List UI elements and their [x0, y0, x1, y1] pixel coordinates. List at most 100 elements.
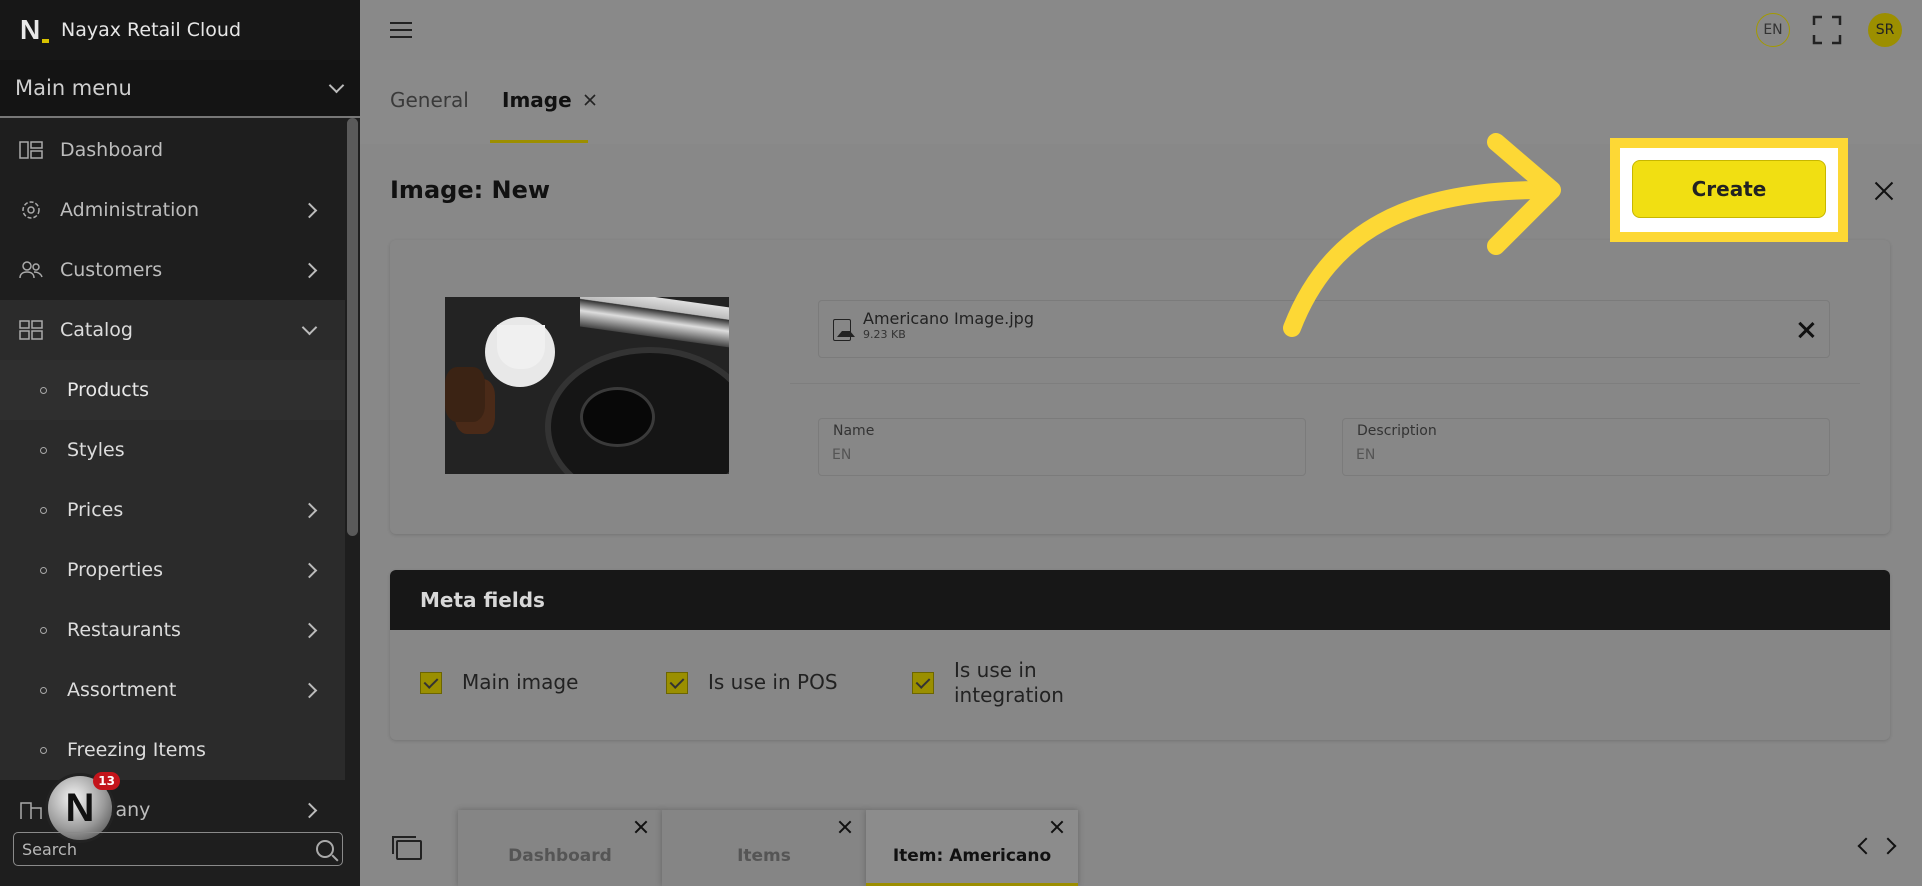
sidebar-item-label: Products [67, 379, 150, 401]
sidebar-search [13, 832, 343, 866]
chevron-right-icon[interactable] [1879, 837, 1897, 855]
sidebar-subitem-styles[interactable]: Styles [0, 420, 345, 480]
thumb-cup-black [580, 387, 655, 447]
sidebar-item-administration[interactable]: Administration [0, 180, 345, 240]
description-label: Description [1357, 423, 1437, 439]
checkbox-label: Main image [462, 670, 579, 694]
checkbox-checked-icon[interactable] [420, 671, 442, 694]
page-title: Image: New [390, 176, 551, 204]
thumb-books [580, 297, 729, 348]
name-field: Name [818, 418, 1306, 476]
checkbox-label: Is use in POS [708, 670, 838, 694]
hamburger-menu-icon[interactable] [390, 22, 412, 38]
chevron-right-icon [301, 502, 318, 518]
fullscreen-icon[interactable] [1812, 15, 1842, 45]
bullet-icon [40, 626, 47, 634]
close-icon[interactable] [838, 820, 852, 834]
sidebar-item-label: Catalog [60, 319, 133, 341]
bullet-icon [40, 746, 47, 754]
app-title: Nayax Retail Cloud [61, 19, 242, 41]
chevron-right-icon [301, 622, 318, 638]
thumb-cup-white [497, 325, 545, 369]
sidebar-item-label: Assortment [67, 679, 177, 701]
image-file-icon [833, 319, 855, 341]
sidebar-item-catalog[interactable]: Catalog [0, 300, 345, 360]
bullet-icon [40, 566, 47, 574]
users-icon [18, 259, 44, 281]
sidebar-subitem-properties[interactable]: Properties [0, 540, 345, 600]
open-tab-label: Items [737, 846, 791, 866]
name-input[interactable] [832, 447, 1292, 463]
image-preview [445, 297, 729, 474]
name-label: Name [833, 423, 875, 439]
form-tabs: General Image [360, 60, 1922, 144]
checkbox-checked-icon[interactable] [912, 672, 934, 694]
chevron-right-icon [301, 262, 318, 278]
sidebar-subitem-restaurants[interactable]: Restaurants [0, 600, 345, 660]
tab-image[interactable]: Image [502, 88, 597, 112]
sidebar-subitem-freezing-items[interactable]: Freezing Items [0, 720, 345, 780]
sidebar-item-label: Freezing Items [67, 739, 206, 761]
active-tab-indicator [490, 140, 588, 143]
sidebar-scrollbar[interactable] [347, 118, 358, 536]
chevron-right-icon [301, 562, 318, 578]
open-tab-label: Dashboard [508, 846, 612, 866]
sidebar-item-label: Properties [67, 559, 164, 581]
tab-general[interactable]: General [390, 88, 469, 112]
sidebar-subitem-products[interactable]: Products [0, 360, 345, 420]
open-tab-item-americano[interactable]: Item: Americano [866, 810, 1078, 886]
meta-fields-title: Meta fields [390, 570, 1890, 630]
checkbox-label: Is use in integration [954, 658, 1064, 707]
open-tab-items[interactable]: Items [662, 810, 866, 886]
divider [790, 383, 1860, 384]
close-icon[interactable] [1050, 820, 1064, 834]
chevron-right-icon [301, 202, 318, 218]
notification-badge: 13 [93, 772, 120, 790]
main-menu-toggle[interactable]: Main menu [0, 60, 360, 118]
open-tabs-bar: Dashboard Items Item: Americano [360, 804, 1922, 886]
main-content: Image: New Americano Image.jpg 9.23 KB N… [360, 144, 1922, 804]
company-icon [18, 799, 44, 821]
chevron-right-icon [301, 802, 318, 818]
gear-icon [18, 199, 44, 221]
description-input[interactable] [1356, 447, 1816, 463]
thumb-chocolates [445, 367, 485, 422]
chevron-down-icon [301, 319, 318, 335]
sidebar-item-label: Restaurants [67, 619, 181, 641]
tab-image-label: Image [502, 88, 572, 112]
file-size: 9.23 KB [863, 328, 906, 341]
bullet-icon [40, 686, 47, 694]
brand-header: N Nayax Retail Cloud [0, 0, 360, 60]
chevron-down-icon [328, 77, 345, 93]
use-in-pos-checkbox[interactable]: Is use in POS [666, 670, 838, 695]
file-name: Americano Image.jpg [863, 309, 1034, 328]
sidebar-item-label: Prices [67, 499, 124, 521]
sidebar-item-dashboard[interactable]: Dashboard [0, 120, 345, 180]
close-icon[interactable] [634, 820, 648, 834]
open-tab-label: Item: Americano [892, 846, 1052, 866]
search-icon[interactable] [316, 840, 334, 858]
sidebar-subitem-prices[interactable]: Prices [0, 480, 345, 540]
windows-icon[interactable] [392, 836, 422, 860]
chevron-left-icon[interactable] [1857, 837, 1875, 855]
sidebar-subitem-assortment[interactable]: Assortment [0, 660, 345, 720]
close-form-icon[interactable] [1872, 179, 1896, 203]
sidebar: N Nayax Retail Cloud Main menu Dashboard… [0, 0, 360, 886]
use-in-integration-checkbox[interactable]: Is use in integration [912, 658, 1084, 708]
nayax-assistant-button[interactable]: N 13 [48, 772, 120, 840]
language-button[interactable]: EN [1756, 13, 1790, 47]
sidebar-item-label: Customers [60, 259, 163, 281]
remove-file-icon[interactable] [1797, 321, 1815, 339]
checkbox-checked-icon[interactable] [666, 671, 688, 694]
create-button[interactable]: Create [1632, 160, 1826, 218]
main-image-checkbox[interactable]: Main image [420, 670, 578, 695]
open-tab-dashboard[interactable]: Dashboard [458, 810, 662, 886]
user-avatar[interactable]: SR [1868, 13, 1902, 47]
tutorial-arrow-icon [1283, 133, 1561, 337]
topbar: EN SR [360, 0, 1922, 60]
search-input[interactable] [22, 839, 316, 859]
sidebar-item-label: Administration [60, 199, 200, 221]
nayax-logo: N [20, 14, 49, 46]
sidebar-item-customers[interactable]: Customers [0, 240, 345, 300]
close-icon[interactable] [583, 93, 597, 107]
